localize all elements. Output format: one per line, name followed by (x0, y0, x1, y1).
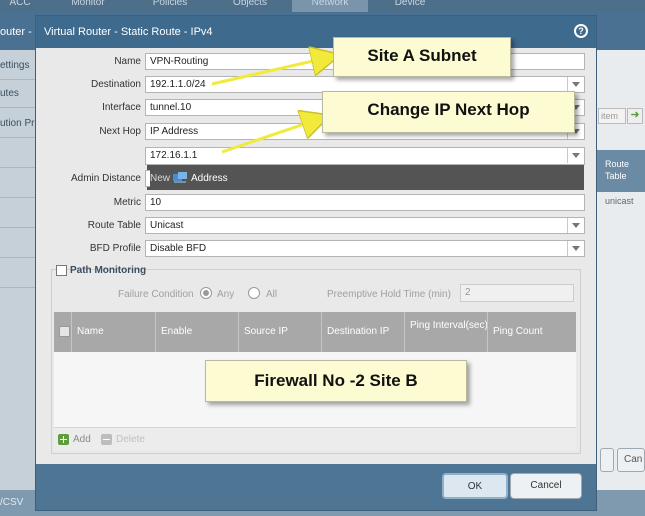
site-a-subnet-callout: Site A Subnet (333, 37, 511, 77)
site-b-callout: Firewall No -2 Site B (205, 360, 467, 402)
next-hop-arrow (221, 117, 325, 154)
annotation-arrows (211, 0, 645, 154)
site-a-arrow (211, 56, 335, 86)
change-next-hop-callout: Change IP Next Hop (322, 91, 575, 133)
